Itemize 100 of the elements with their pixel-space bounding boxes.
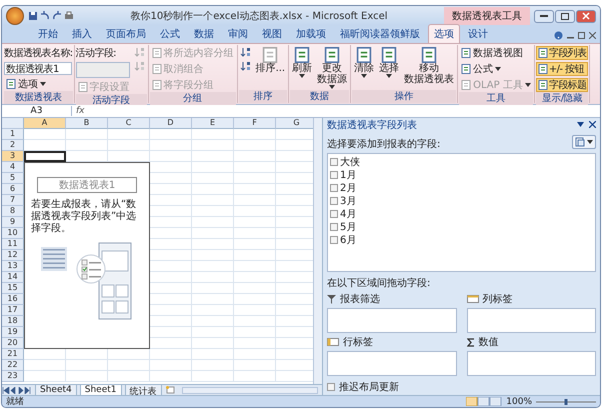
grid-cell[interactable] bbox=[234, 217, 276, 228]
ribbon-button[interactable]: 公式 bbox=[459, 62, 533, 76]
grid-cell[interactable] bbox=[192, 140, 234, 151]
grid-cell[interactable] bbox=[234, 140, 276, 151]
grid-cell[interactable] bbox=[234, 316, 276, 327]
field-item[interactable]: 6月 bbox=[330, 233, 593, 246]
grid-cell[interactable] bbox=[192, 349, 234, 360]
drop-area[interactable] bbox=[466, 308, 596, 333]
toggle-button[interactable]: 字段标题 bbox=[536, 78, 588, 92]
grid-cell[interactable] bbox=[66, 140, 108, 151]
row-header[interactable]: 5 bbox=[2, 173, 24, 184]
grid-cell[interactable] bbox=[234, 371, 276, 382]
drop-area[interactable] bbox=[327, 308, 456, 333]
drop-area[interactable] bbox=[327, 351, 456, 376]
grid-cell[interactable] bbox=[24, 360, 66, 371]
grid-cell[interactable] bbox=[192, 327, 234, 338]
row-header[interactable]: 8 bbox=[2, 206, 24, 217]
grid-cell[interactable] bbox=[192, 129, 234, 140]
grid-cell[interactable] bbox=[150, 371, 192, 382]
field-item[interactable]: 2月 bbox=[330, 181, 593, 194]
row-header[interactable]: 23 bbox=[2, 371, 24, 382]
grid-cell[interactable] bbox=[66, 129, 108, 140]
sheet-tab[interactable]: Sheet1 bbox=[80, 384, 122, 396]
grid-cell[interactable] bbox=[234, 151, 276, 162]
ribbon-tab[interactable]: 审阅 bbox=[222, 24, 254, 43]
row-header[interactable]: 16 bbox=[2, 294, 24, 305]
sheet-navigation-icon[interactable] bbox=[2, 386, 32, 394]
sheet-tab[interactable]: Sheet4 bbox=[35, 384, 77, 396]
grid-cell[interactable] bbox=[108, 140, 150, 151]
new-sheet-icon[interactable] bbox=[164, 386, 174, 394]
sort-icon[interactable] bbox=[238, 60, 253, 72]
ribbon-tab[interactable]: 视图 bbox=[256, 24, 288, 43]
office-button[interactable] bbox=[6, 7, 24, 25]
name-box[interactable]: A3 bbox=[2, 106, 72, 116]
ribbon-tab[interactable]: 页面布局 bbox=[100, 24, 152, 43]
grid-cell[interactable] bbox=[108, 129, 150, 140]
zoom-slider[interactable] bbox=[536, 398, 596, 406]
row-header[interactable]: 2 bbox=[2, 140, 24, 151]
grid-cell[interactable] bbox=[192, 371, 234, 382]
ribbon-tab[interactable]: 数据 bbox=[188, 24, 220, 43]
save-icon[interactable] bbox=[28, 11, 38, 21]
row-header[interactable]: 11 bbox=[2, 239, 24, 250]
grid-cell[interactable] bbox=[234, 305, 276, 316]
function-button[interactable]: fx bbox=[76, 106, 84, 116]
row-header[interactable]: 19 bbox=[2, 327, 24, 338]
row-header[interactable]: 20 bbox=[2, 338, 24, 349]
ribbon-large-button[interactable]: 移动 数据透视表 bbox=[402, 46, 456, 86]
grid-cell[interactable] bbox=[234, 239, 276, 250]
grid-cell[interactable] bbox=[192, 250, 234, 261]
ribbon-button[interactable]: 选项 bbox=[4, 77, 73, 91]
grid-cell[interactable] bbox=[66, 371, 108, 382]
grid-cell[interactable] bbox=[192, 206, 234, 217]
grid-cell[interactable] bbox=[192, 261, 234, 272]
ribbon-tab[interactable]: 开始 bbox=[32, 24, 64, 43]
grid-cell[interactable] bbox=[192, 184, 234, 195]
column-header[interactable]: D bbox=[150, 118, 192, 129]
ribbon-tab[interactable]: 公式 bbox=[154, 24, 186, 43]
ribbon-tab[interactable]: 加载项 bbox=[290, 24, 332, 43]
row-header[interactable]: 4 bbox=[2, 162, 24, 173]
close-button[interactable] bbox=[576, 10, 596, 22]
grid-cell[interactable] bbox=[192, 305, 234, 316]
grid-cell[interactable] bbox=[108, 360, 150, 371]
ribbon-tab[interactable]: 设计 bbox=[462, 24, 494, 43]
grid-cell[interactable] bbox=[150, 140, 192, 151]
row-header[interactable]: 10 bbox=[2, 228, 24, 239]
grid-cell[interactable] bbox=[234, 349, 276, 360]
ribbon-button[interactable]: 数据透视图 bbox=[459, 46, 533, 60]
row-header[interactable]: 17 bbox=[2, 305, 24, 316]
help-icon[interactable] bbox=[554, 31, 563, 40]
select-all-corner[interactable] bbox=[2, 118, 24, 129]
grid-cell[interactable] bbox=[192, 283, 234, 294]
view-buttons-icon[interactable] bbox=[466, 397, 502, 406]
row-header[interactable]: 7 bbox=[2, 195, 24, 206]
grid-cell[interactable] bbox=[234, 250, 276, 261]
close-icon[interactable] bbox=[589, 32, 596, 39]
grid-cell[interactable] bbox=[234, 228, 276, 239]
grid-cell[interactable] bbox=[192, 360, 234, 371]
grid-cell[interactable] bbox=[192, 294, 234, 305]
column-header[interactable]: F bbox=[234, 118, 276, 129]
grid-cell[interactable] bbox=[234, 261, 276, 272]
grid-cell[interactable] bbox=[66, 360, 108, 371]
grid-cell[interactable] bbox=[192, 162, 234, 173]
grid-cell[interactable] bbox=[24, 129, 66, 140]
maximize-button[interactable] bbox=[555, 10, 575, 22]
grid-cell[interactable] bbox=[150, 151, 192, 162]
row-header[interactable]: 14 bbox=[2, 272, 24, 283]
row-header[interactable]: 12 bbox=[2, 250, 24, 261]
grid-cell[interactable] bbox=[234, 338, 276, 349]
minimize-button[interactable] bbox=[534, 10, 554, 22]
grid-cell[interactable] bbox=[24, 140, 66, 151]
ribbon-large-button[interactable]: 更改 数据源 bbox=[315, 46, 350, 90]
grid-cell[interactable] bbox=[234, 283, 276, 294]
row-header[interactable]: 21 bbox=[2, 349, 24, 360]
grid-cell[interactable] bbox=[192, 316, 234, 327]
dropdown-icon[interactable] bbox=[577, 122, 584, 127]
sort-icon[interactable] bbox=[238, 46, 253, 58]
row-header[interactable]: 22 bbox=[2, 360, 24, 371]
grid-cell[interactable] bbox=[234, 195, 276, 206]
toggle-button[interactable]: 字段列表 bbox=[536, 46, 588, 60]
toggle-button[interactable]: +/- 按钮 bbox=[536, 62, 588, 76]
